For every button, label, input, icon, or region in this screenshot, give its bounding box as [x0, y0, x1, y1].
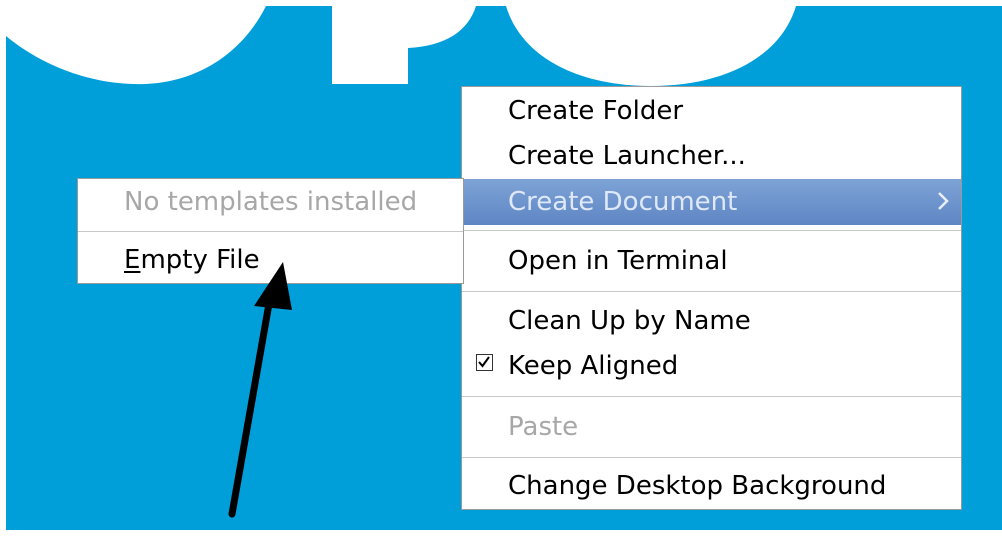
annotation-arrow-icon	[228, 262, 292, 518]
